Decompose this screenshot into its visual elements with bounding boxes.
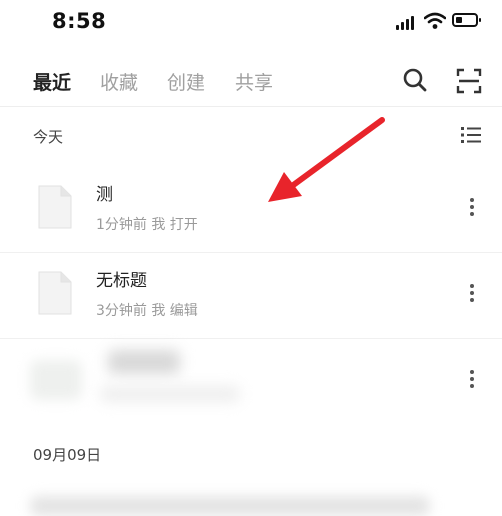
file-row[interactable]: 测 1分钟前 我 打开 <box>0 166 502 253</box>
wifi-icon <box>424 12 446 29</box>
tab-shared[interactable]: 共享 <box>235 68 273 95</box>
blurred-file-icon <box>30 360 82 400</box>
scan-icon[interactable] <box>455 67 483 95</box>
file-row[interactable]: 无标题 3分钟前 我 编辑 <box>0 252 502 339</box>
file-title: 测 <box>96 185 113 205</box>
file-title: 无标题 <box>96 271 147 291</box>
tab-recent[interactable]: 最近 <box>33 68 71 95</box>
tab-favorites[interactable]: 收藏 <box>100 68 138 95</box>
status-bar: 8:58 <box>0 0 502 48</box>
file-row-blurred[interactable] <box>0 338 502 424</box>
tab-bar: 最近 收藏 创建 共享 <box>0 58 502 107</box>
cellular-signal-icon <box>396 16 416 30</box>
status-time: 8:58 <box>52 9 107 33</box>
file-meta: 3分钟前 我 编辑 <box>96 303 198 319</box>
more-options-icon[interactable] <box>462 194 482 220</box>
document-icon <box>38 271 72 315</box>
blurred-file-meta <box>100 386 240 402</box>
more-options-icon[interactable] <box>462 280 482 306</box>
section-header-today: 今天 <box>33 128 64 146</box>
list-view-icon[interactable] <box>459 124 483 146</box>
document-icon <box>38 185 72 229</box>
blurred-file-title <box>108 350 180 374</box>
tab-created[interactable]: 创建 <box>167 68 205 95</box>
battery-icon <box>452 13 481 27</box>
search-icon[interactable] <box>401 66 429 94</box>
file-meta: 1分钟前 我 打开 <box>96 217 198 233</box>
blurred-file-row <box>30 496 430 516</box>
section-header-date: 09月09日 <box>33 446 102 464</box>
more-options-icon[interactable] <box>462 366 482 392</box>
